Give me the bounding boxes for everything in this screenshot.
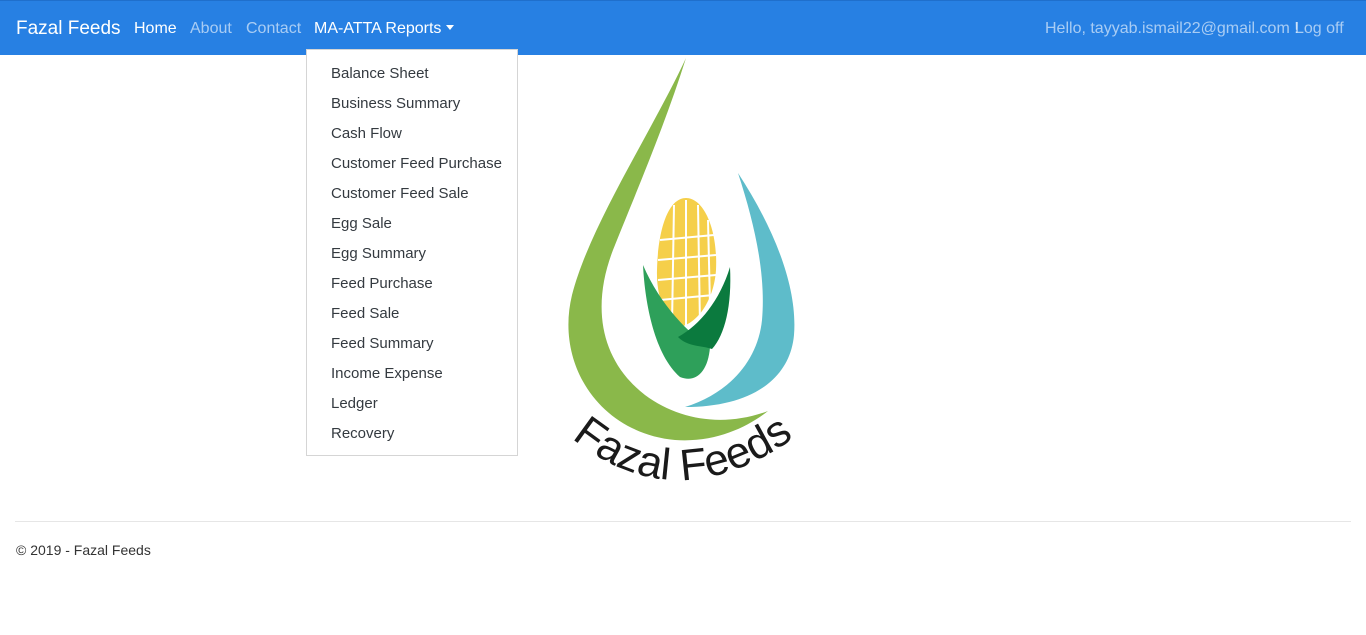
logoff-link[interactable]: Log off — [1295, 19, 1344, 39]
user-greeting: Hello, tayyab.ismail22@gmail.com ! — [1045, 20, 1299, 37]
menu-item-feed-sale[interactable]: Feed Sale — [331, 304, 399, 324]
nav-home[interactable]: Home — [134, 19, 177, 39]
menu-item-feed-summary[interactable]: Feed Summary — [331, 334, 434, 354]
menu-item-egg-summary[interactable]: Egg Summary — [331, 244, 426, 264]
top-navbar: Fazal Feeds Home About Contact MA-ATTA R… — [0, 0, 1366, 55]
nav-contact[interactable]: Contact — [246, 19, 301, 39]
menu-item-customer-feed-purchase[interactable]: Customer Feed Purchase — [331, 154, 502, 174]
menu-item-cash-flow[interactable]: Cash Flow — [331, 124, 402, 144]
menu-item-egg-sale[interactable]: Egg Sale — [331, 214, 392, 234]
menu-item-feed-purchase[interactable]: Feed Purchase — [331, 274, 433, 294]
fazal-feeds-logo: Fazal Feeds — [566, 58, 800, 491]
nav-reports-dropdown[interactable]: MA-ATTA Reports — [314, 19, 455, 39]
footer-divider — [15, 521, 1351, 522]
brand-link[interactable]: Fazal Feeds — [16, 17, 121, 41]
menu-item-recovery[interactable]: Recovery — [331, 424, 394, 444]
nav-reports-label: MA-ATTA Reports — [314, 20, 442, 37]
nav-about[interactable]: About — [190, 19, 232, 39]
footer-copyright: © 2019 - Fazal Feeds — [16, 542, 151, 558]
menu-item-ledger[interactable]: Ledger — [331, 394, 378, 414]
reports-dropdown-menu: Balance Sheet Business Summary Cash Flow… — [306, 49, 518, 456]
menu-item-income-expense[interactable]: Income Expense — [331, 364, 443, 384]
caret-down-icon — [446, 25, 455, 30]
menu-item-customer-feed-sale[interactable]: Customer Feed Sale — [331, 184, 469, 204]
menu-item-business-summary[interactable]: Business Summary — [331, 94, 460, 114]
menu-item-balance-sheet[interactable]: Balance Sheet — [331, 64, 429, 84]
